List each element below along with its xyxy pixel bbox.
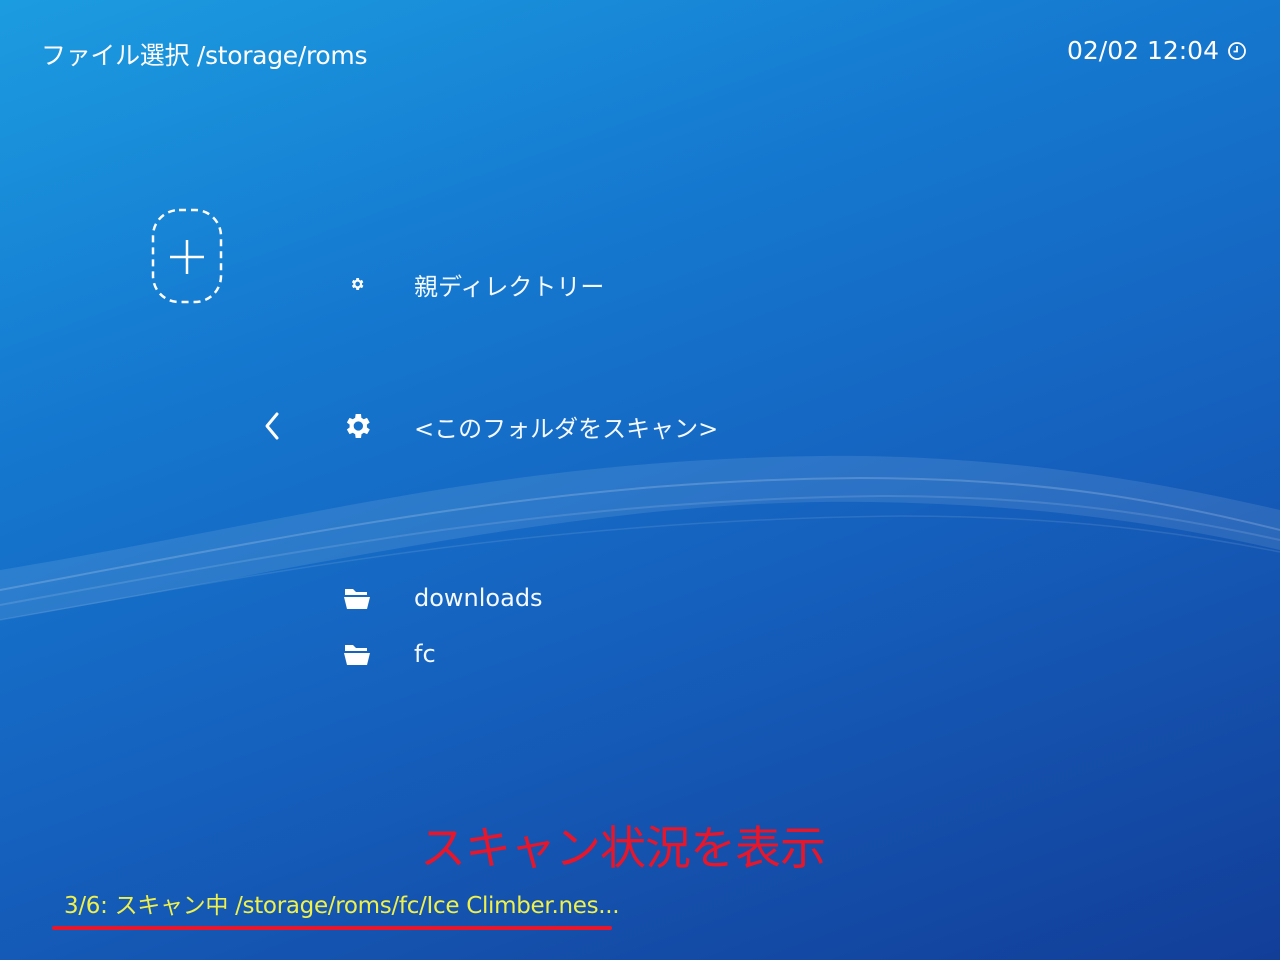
plus-icon[interactable] — [151, 208, 223, 304]
clock-text: 02/02 12:04 — [1066, 36, 1219, 65]
page-title: ファイル選択 /storage/roms — [41, 41, 368, 70]
list-item-label: fc — [414, 640, 436, 668]
chevron-left-icon[interactable] — [262, 408, 282, 444]
scan-status-text: 3/6: スキャン中 /storage/roms/fc/Ice Climber.… — [64, 893, 620, 919]
list-item-downloads[interactable]: downloads — [340, 578, 543, 618]
gear-icon — [340, 276, 374, 292]
folder-icon — [340, 585, 374, 611]
background-wave — [0, 455, 1280, 621]
annotation-text: スキャン状況を表示 — [420, 821, 826, 875]
annotation-underline — [52, 926, 612, 930]
list-item-fc[interactable]: fc — [340, 634, 436, 674]
list-item-scan-folder[interactable]: <このフォルダをスキャン> — [340, 406, 718, 446]
list-item-label: downloads — [414, 584, 543, 612]
gear-icon — [340, 410, 374, 442]
clock-icon — [1227, 41, 1247, 61]
list-item-label: 親ディレクトリー — [414, 272, 605, 301]
list-item-label: <このフォルダをスキャン> — [414, 414, 719, 443]
folder-icon — [340, 641, 374, 667]
list-item-parent-directory[interactable]: 親ディレクトリー — [340, 264, 604, 304]
clock: 02/02 12:04 — [1067, 36, 1247, 65]
